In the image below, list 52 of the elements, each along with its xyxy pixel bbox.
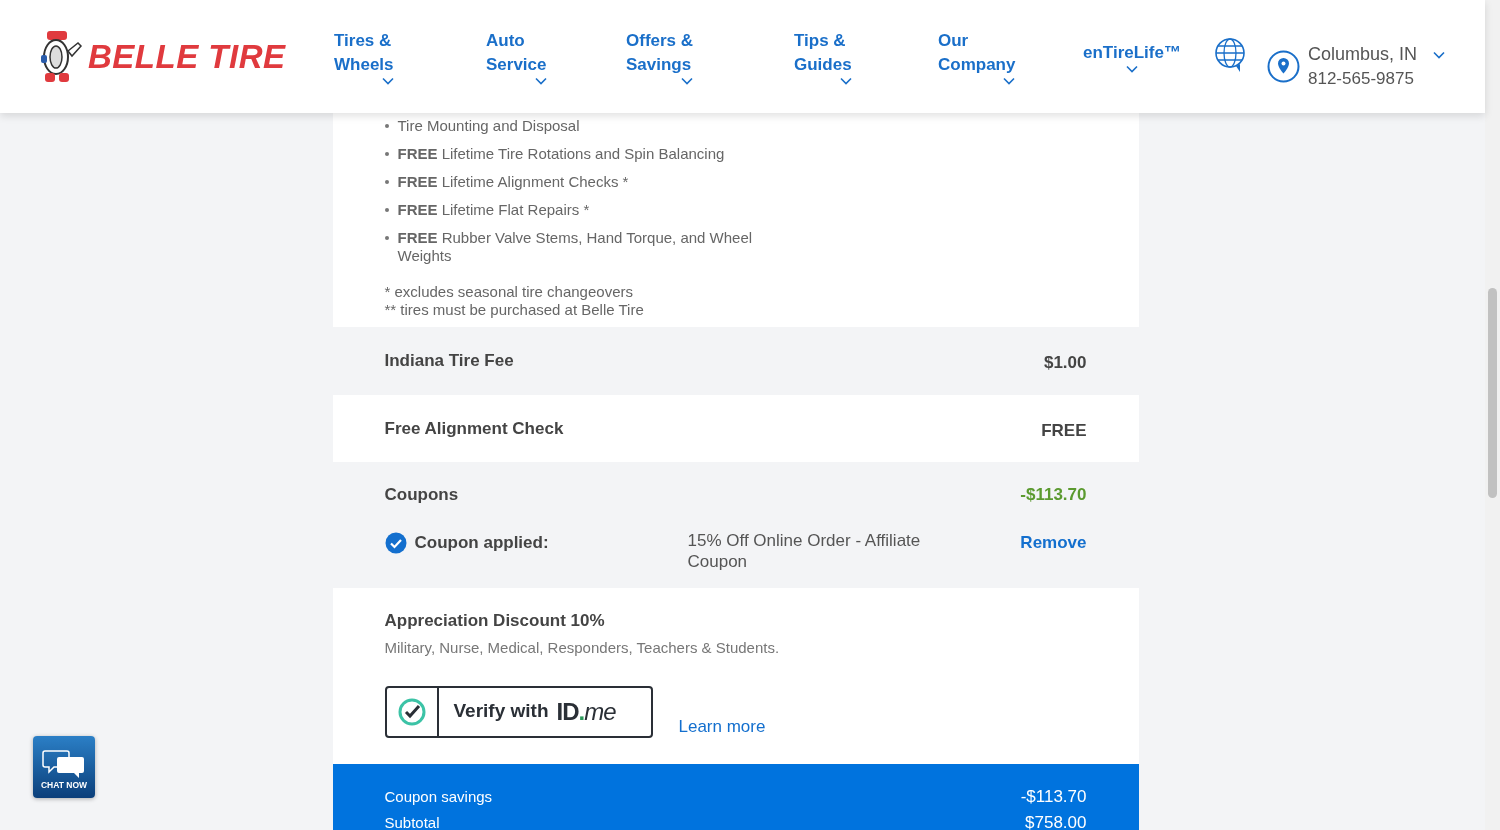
nav-link[interactable]: Auto Service: [486, 28, 547, 85]
caret-icon: [681, 76, 694, 85]
bullet-icon: [384, 124, 389, 128]
learn-more-link[interactable]: Learn more: [678, 714, 766, 740]
coupon-applied-label: Coupon applied:: [414, 531, 549, 554]
footnote: ** tires must be purchased at Belle Tire: [384, 301, 645, 319]
location-pin-icon: [1267, 50, 1300, 84]
coupons-label: Coupons: [384, 484, 459, 506]
caret-icon: [1125, 64, 1138, 73]
fee-amount: $1.00: [1043, 352, 1087, 373]
benefit-item: FREE Rubber Valve Stems, Hand Torque, and Wheel Weights: [397, 229, 754, 265]
summary-value: -$113.70: [1020, 787, 1087, 806]
nav-link[interactable]: enTireLife™: [1083, 40, 1181, 73]
logo[interactable]: BELLE TIRE: [40, 28, 286, 85]
scrollbar[interactable]: [1485, 0, 1500, 830]
bullet-icon: [384, 236, 389, 240]
bullet-icon: [384, 152, 389, 156]
coupon-description: 15% Off Online Order - Affiliate Coupon: [687, 529, 922, 572]
benefit-item: FREE Lifetime Alignment Checks *: [397, 173, 629, 191]
caret-icon: [839, 76, 852, 85]
bullet-icon: [384, 180, 389, 184]
summary-label: Subtotal: [384, 813, 440, 830]
mascot-drawing: [40, 28, 84, 85]
benefit-item: FREE Lifetime Flat Repairs *: [397, 201, 590, 219]
nav-link[interactable]: Tires & Wheels: [334, 28, 394, 85]
location-selector[interactable]: Columbus, IN 812-565-9875: [1267, 42, 1446, 92]
fee-label: Indiana Tire Fee: [384, 350, 514, 372]
benefit-item: FREE Lifetime Tire Rotations and Spin Balancing: [397, 145, 725, 163]
summary-value: $758.00: [1025, 813, 1087, 830]
caret-icon: [1433, 50, 1446, 59]
remove-link[interactable]: Remove: [1020, 529, 1087, 572]
fee-amount: FREE: [1041, 420, 1087, 440]
fee-label: Free Alignment Check: [384, 418, 564, 440]
check-circle-icon: [396, 696, 427, 727]
globe-icon[interactable]: [1214, 37, 1248, 73]
summary-label: Coupon savings: [384, 787, 493, 806]
chat-now-button[interactable]: CHAT NOW: [33, 736, 95, 798]
discount-title: Appreciation Discount 10%: [384, 609, 606, 632]
nav-link[interactable]: Tips & Guides: [794, 28, 852, 85]
footnote: * excludes seasonal tire changeovers: [384, 283, 634, 301]
caret-icon: [1003, 76, 1016, 85]
nav-link[interactable]: Offers & Savings: [626, 28, 694, 85]
caret-icon: [534, 76, 547, 85]
chat-bubbles-icon: [42, 749, 86, 780]
nav-link[interactable]: Our Company: [938, 28, 1016, 85]
verify-button[interactable]: Verify with ID.me: [384, 685, 653, 738]
bullet-icon: [384, 208, 389, 212]
caret-icon: [381, 76, 394, 85]
check-circle-icon: [384, 531, 407, 554]
coupons-amount: -$113.70: [1020, 484, 1087, 506]
discount-subtitle: Military, Nurse, Medical, Responders, Teachers & Students.: [384, 638, 781, 658]
benefit-item: Tire Mounting and Disposal: [397, 117, 580, 135]
